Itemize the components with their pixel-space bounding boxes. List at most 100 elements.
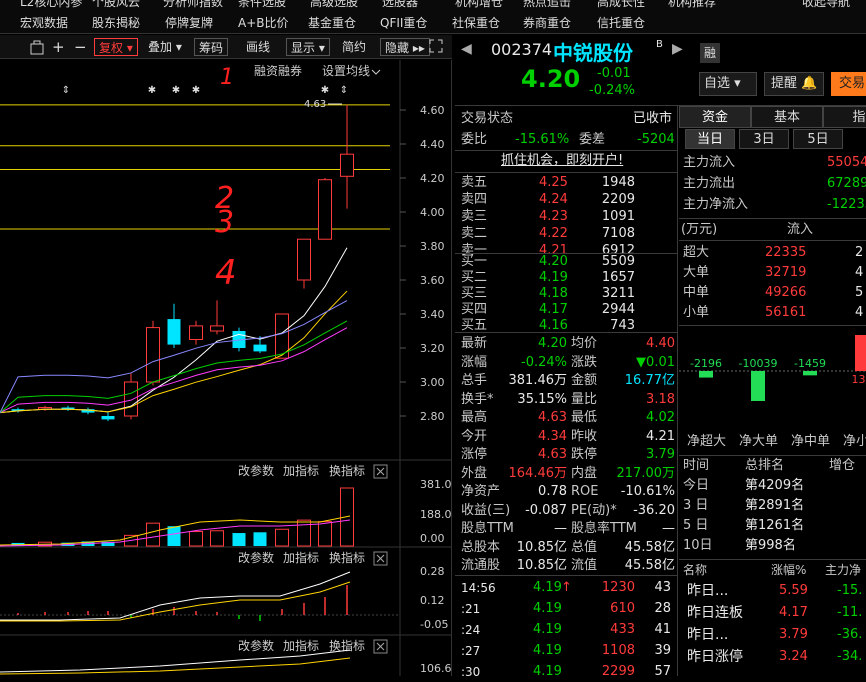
chips-button[interactable]: 筹码: [194, 38, 228, 56]
menu-item-7[interactable]: 热点追击: [523, 0, 571, 10]
menu-item-5[interactable]: 选股器: [382, 0, 418, 10]
draw-line-button[interactable]: 画线: [246, 38, 270, 56]
quote-label: 总手: [461, 372, 487, 390]
quote-value: 4.63: [538, 409, 567, 427]
sector-name[interactable]: 昨日涨停: [687, 647, 743, 667]
ask-volume: 2209: [602, 191, 635, 208]
net-flow-value: -2196: [690, 357, 722, 370]
unit-label: (万元): [681, 220, 717, 240]
quote-value: 381.46万: [509, 372, 568, 390]
ask-label: 卖三: [461, 208, 487, 225]
volume-bar: [211, 531, 224, 546]
menu-item-3[interactable]: 条件选股: [238, 0, 286, 10]
fund-tab-1[interactable]: 基本: [751, 106, 823, 128]
open-account-link[interactable]: 抓住机会，即刻开户!: [501, 151, 623, 171]
indicator-option[interactable]: 换指标: [329, 550, 365, 565]
menu-item-2[interactable]: 分析师指数: [163, 0, 223, 10]
menu-item-0[interactable]: L2核心内参: [20, 0, 82, 10]
restore-rights-button[interactable]: 复权 ▾: [94, 38, 138, 56]
menu-item-4[interactable]: 高级选股: [310, 0, 358, 10]
fund-tab-0[interactable]: 资金: [679, 106, 751, 128]
period-tab-1[interactable]: 3日: [739, 129, 789, 149]
quote-label: 量比: [571, 391, 597, 409]
marker-icon: ✱: [321, 85, 329, 96]
trade-button[interactable]: 交易: [831, 72, 866, 96]
rank-header: 总排名: [745, 456, 784, 476]
next-stock-icon[interactable]: ▶: [672, 41, 683, 57]
indicator-option[interactable]: 加指标: [283, 463, 319, 478]
sector-name[interactable]: 昨日...: [687, 581, 728, 601]
indicator-option[interactable]: 换指标: [329, 463, 365, 478]
kline-chart-panel[interactable]: 4.604.404.204.003.803.603.403.203.002.80…: [0, 60, 452, 676]
ma-setting-button[interactable]: 设置均线: [322, 64, 370, 78]
handwritten-annotation: 4: [215, 253, 237, 293]
period-tab-0[interactable]: 当日: [685, 129, 735, 149]
period-tab-2[interactable]: 5日: [793, 129, 843, 149]
quote-value: 164.46万: [509, 465, 568, 483]
menu-item-6[interactable]: 机构增仓: [455, 0, 503, 10]
bid-price[interactable]: 4.19: [539, 270, 568, 286]
net-flow-value: -1459: [794, 357, 826, 370]
ask-price[interactable]: 4.25: [539, 174, 568, 191]
quote-value: 4.20: [538, 335, 567, 353]
kline-chart[interactable]: 4.604.404.204.003.803.603.403.203.002.80…: [0, 60, 452, 676]
marker-icon: ✱: [192, 85, 200, 96]
price-tick-label: 2.80: [420, 410, 445, 423]
tick-count: 57: [654, 662, 671, 682]
ask-price[interactable]: 4.23: [539, 208, 568, 225]
menu-item-2-5[interactable]: QFII重仓: [380, 14, 427, 31]
menu-item-2-2[interactable]: 停牌复牌: [165, 14, 213, 31]
zoom-in-icon[interactable]: +: [52, 38, 65, 56]
remind-button[interactable]: 提醒 🔔: [764, 72, 824, 96]
quote-label: 最低: [571, 409, 597, 427]
indicator-option[interactable]: 改参数: [238, 550, 274, 565]
menu-item-2-3[interactable]: A+B比价: [238, 14, 289, 31]
tick-count: 28: [654, 599, 671, 619]
zoom-out-icon[interactable]: −: [74, 38, 87, 56]
prev-stock-icon[interactable]: ◀: [461, 41, 472, 57]
candle-body: [168, 319, 181, 345]
bid-price[interactable]: 4.20: [539, 254, 568, 270]
menu-item-2-1[interactable]: 股东揭秘: [92, 14, 140, 31]
menu-item-2-0[interactable]: 宏观数据: [20, 14, 68, 31]
fullscreen-icon[interactable]: [428, 38, 444, 56]
simple-button[interactable]: 简约: [342, 38, 366, 56]
indicator-option[interactable]: 改参数: [238, 638, 274, 653]
main-flow-label: 主力流出: [683, 174, 735, 194]
overlay-button[interactable]: 叠加 ▾: [148, 38, 182, 56]
quote-value: 4.63: [538, 446, 567, 464]
net-flow-label: 净超大: [687, 432, 726, 452]
quote-label: 股息率TTM: [571, 520, 637, 538]
menu-item-2-6[interactable]: 社保重仓: [452, 14, 500, 31]
menu-item-2-4[interactable]: 基金重仓: [308, 14, 356, 31]
marker-icon: ✱: [148, 85, 156, 96]
sector-net: -34.: [837, 647, 862, 667]
rank-value: 第1261名: [745, 516, 804, 536]
rank-value: 第4209名: [745, 476, 804, 496]
sector-net: -15.: [837, 581, 862, 601]
margin-trading-label: 融资融券: [254, 63, 302, 78]
fund-tab-2[interactable]: 指: [823, 106, 866, 128]
hide-button[interactable]: 隐藏 ▸▸: [380, 38, 430, 56]
menu-item-8[interactable]: 高成长性: [597, 0, 645, 10]
menu-item-1[interactable]: 个股风云: [92, 0, 140, 10]
ask-price[interactable]: 4.24: [539, 191, 568, 208]
indicator-option[interactable]: 加指标: [283, 550, 319, 565]
bid-price[interactable]: 4.18: [539, 286, 568, 302]
menu-item-10[interactable]: 收起导航: [802, 0, 850, 10]
quote-label: 换手*: [461, 391, 494, 409]
ask-price[interactable]: 4.22: [539, 225, 568, 242]
lock-icon[interactable]: [28, 38, 46, 56]
menu-item-2-8[interactable]: 信托重仓: [597, 14, 645, 31]
self-select-button[interactable]: 自选 ▾: [699, 72, 757, 96]
bid-price[interactable]: 4.17: [539, 302, 568, 318]
indicator-option[interactable]: 改参数: [238, 463, 274, 478]
bid-volume: 3211: [602, 286, 635, 302]
menu-item-2-7[interactable]: 券商重仓: [523, 14, 571, 31]
indicator-option[interactable]: 加指标: [283, 638, 319, 653]
display-button[interactable]: 显示 ▾: [286, 38, 330, 56]
menu-item-9[interactable]: 机构推荐: [668, 0, 716, 10]
sector-name[interactable]: 昨日连板: [687, 603, 743, 623]
indicator-tick-label: 106.61: [420, 662, 452, 675]
sector-name[interactable]: 昨日...: [687, 625, 728, 645]
